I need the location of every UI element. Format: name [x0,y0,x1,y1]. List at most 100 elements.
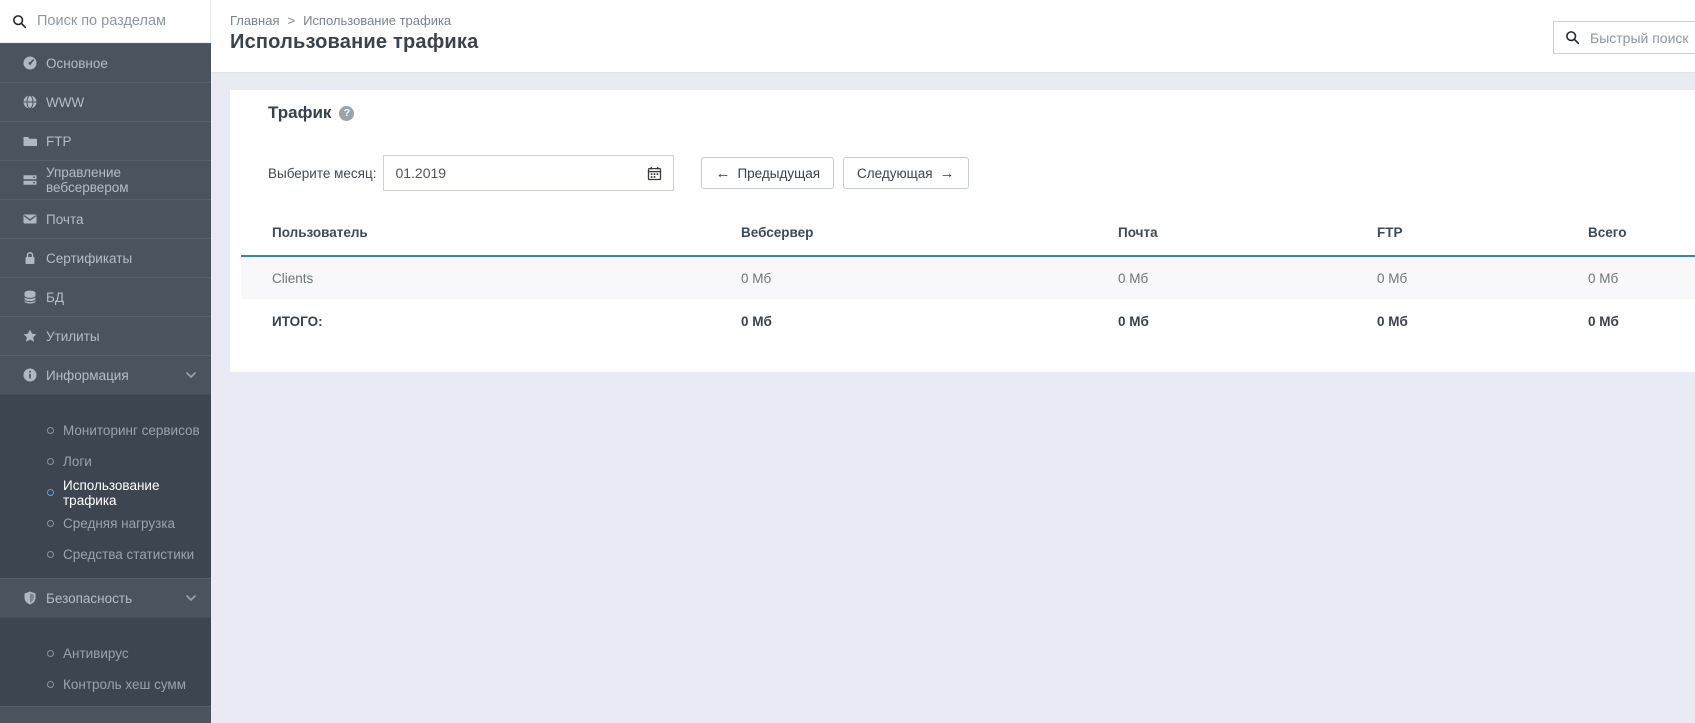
bullet-icon [47,427,54,434]
sub-item-label: Антивирус [63,646,129,661]
column-header-mail: Почта [1118,225,1377,240]
security-submenu: Антивирус Контроль хеш сумм [0,617,211,708]
sidebar-item-label: Основное [46,56,108,71]
breadcrumb-home[interactable]: Главная [230,13,279,28]
search-icon [1565,30,1580,45]
sidebar-item-traffic-usage[interactable]: Использование трафика [0,477,211,508]
search-icon [12,14,27,29]
sidebar-item-db[interactable]: БД [0,277,211,316]
sidebar-item-certificates[interactable]: Сертификаты [0,238,211,277]
previous-month-button[interactable]: ← Предыдущая [701,157,834,189]
previous-button-label: Предыдущая [737,166,820,181]
sub-item-label: Использование трафика [63,478,211,508]
breadcrumb-current: Использование трафика [303,13,451,28]
bullet-icon [47,650,54,657]
month-form-row: Выберите месяц: ← Предыдущая [268,155,969,191]
sidebar-item-utilities[interactable]: Утилиты [0,316,211,355]
table-row: Clients 0 Мб 0 Мб 0 Мб 0 Мб [241,257,1695,299]
column-header-total: Всего [1588,225,1695,240]
lock-icon [22,250,38,266]
star-icon [22,328,38,344]
server-icon [22,172,38,188]
sidebar-item-mail[interactable]: Почта [0,199,211,238]
information-submenu: Мониторинг сервисов Логи Использование т… [0,394,211,578]
arrow-left-icon: ← [715,166,730,181]
sidebar-item-ftp[interactable]: FTP [0,121,211,160]
sidebar-item-statistics-tools[interactable]: Средства статистики [0,539,211,570]
sub-item-label: Средняя нагрузка [63,516,175,531]
sidebar-item-hash-control[interactable]: Контроль хеш сумм [0,669,211,700]
bullet-icon [47,458,54,465]
sidebar: Основное WWW FTP Управление вебсервером … [0,0,211,723]
sidebar-item-logs[interactable]: Логи [0,446,211,477]
sidebar-item-antivirus[interactable]: Антивирус [0,638,211,669]
sidebar-search-input[interactable] [37,13,198,29]
chevron-down-icon [186,372,196,378]
sidebar-next-section-partial [0,706,211,723]
sidebar-item-label: Утилиты [46,329,100,344]
page-title: Использование трафика [230,31,478,54]
traffic-card: Трафик ? Выберите месяц: [230,90,1695,372]
cell-mail: 0 Мб [1118,271,1377,286]
sidebar-item-label: Информация [46,368,129,383]
topbar: Главная > Использование трафика Использо… [211,0,1695,73]
next-button-label: Следующая [857,166,933,181]
sidebar-search [0,0,211,43]
total-total: 0 Мб [1588,314,1695,329]
month-picker [383,155,674,191]
sub-item-label: Контроль хеш сумм [63,677,186,692]
column-header-webserver: Вебсервер [741,225,1118,240]
folder-icon [22,133,38,149]
sidebar-item-label: БД [46,290,64,305]
sidebar-item-information[interactable]: Информация [0,355,211,394]
next-month-button[interactable]: Следующая → [843,157,969,189]
bullet-icon [47,520,54,527]
breadcrumb: Главная > Использование трафика [230,13,451,28]
cell-webserver: 0 Мб [741,271,1118,286]
column-header-ftp: FTP [1377,225,1588,240]
arrow-right-icon: → [940,166,955,181]
sidebar-item-label: FTP [46,134,72,149]
total-label: ИТОГО: [241,314,741,329]
globe-icon [22,94,38,110]
quick-search-input[interactable] [1590,30,1695,46]
database-icon [22,289,38,305]
bullet-icon [47,489,54,496]
sub-item-label: Мониторинг сервисов [63,423,200,438]
sidebar-item-osnovnoe[interactable]: Основное [0,43,211,82]
sub-item-label: Логи [63,454,92,469]
sub-item-label: Средства статистики [63,547,194,562]
sidebar-item-label: Управление вебсервером [46,165,196,195]
total-mail: 0 Мб [1118,314,1377,329]
month-input[interactable] [395,165,639,181]
sidebar-item-average-load[interactable]: Средняя нагрузка [0,508,211,539]
month-label: Выберите месяц: [268,166,376,181]
cell-ftp: 0 Мб [1377,271,1588,286]
sidebar-item-security[interactable]: Безопасность [0,578,211,617]
sidebar-item-label: WWW [46,95,84,110]
quick-search [1553,21,1695,54]
table-header-row: Пользователь Вебсервер Почта FTP Всего [241,210,1695,257]
sidebar-item-label: Безопасность [46,591,132,606]
sidebar-item-monitoring[interactable]: Мониторинг сервисов [0,415,211,446]
breadcrumb-separator: > [287,13,295,28]
bullet-icon [47,551,54,558]
gauge-icon [22,55,38,71]
sidebar-item-www[interactable]: WWW [0,82,211,121]
sidebar-item-label: Сертификаты [46,251,132,266]
card-title-row: Трафик ? [268,103,354,123]
card-title: Трафик [268,103,331,123]
shield-icon [22,590,38,606]
sidebar-item-webserver[interactable]: Управление вебсервером [0,160,211,199]
column-header-user: Пользователь [241,225,741,240]
total-webserver: 0 Мб [741,314,1118,329]
bullet-icon [47,681,54,688]
info-icon [22,367,38,383]
traffic-table: Пользователь Вебсервер Почта FTP Всего C… [241,210,1695,343]
help-icon[interactable]: ? [339,106,354,121]
total-ftp: 0 Мб [1377,314,1588,329]
cell-total: 0 Мб [1588,271,1695,286]
calendar-icon[interactable] [647,166,662,181]
content-area: Трафик ? Выберите месяц: [211,73,1695,723]
chevron-down-icon [186,595,196,601]
